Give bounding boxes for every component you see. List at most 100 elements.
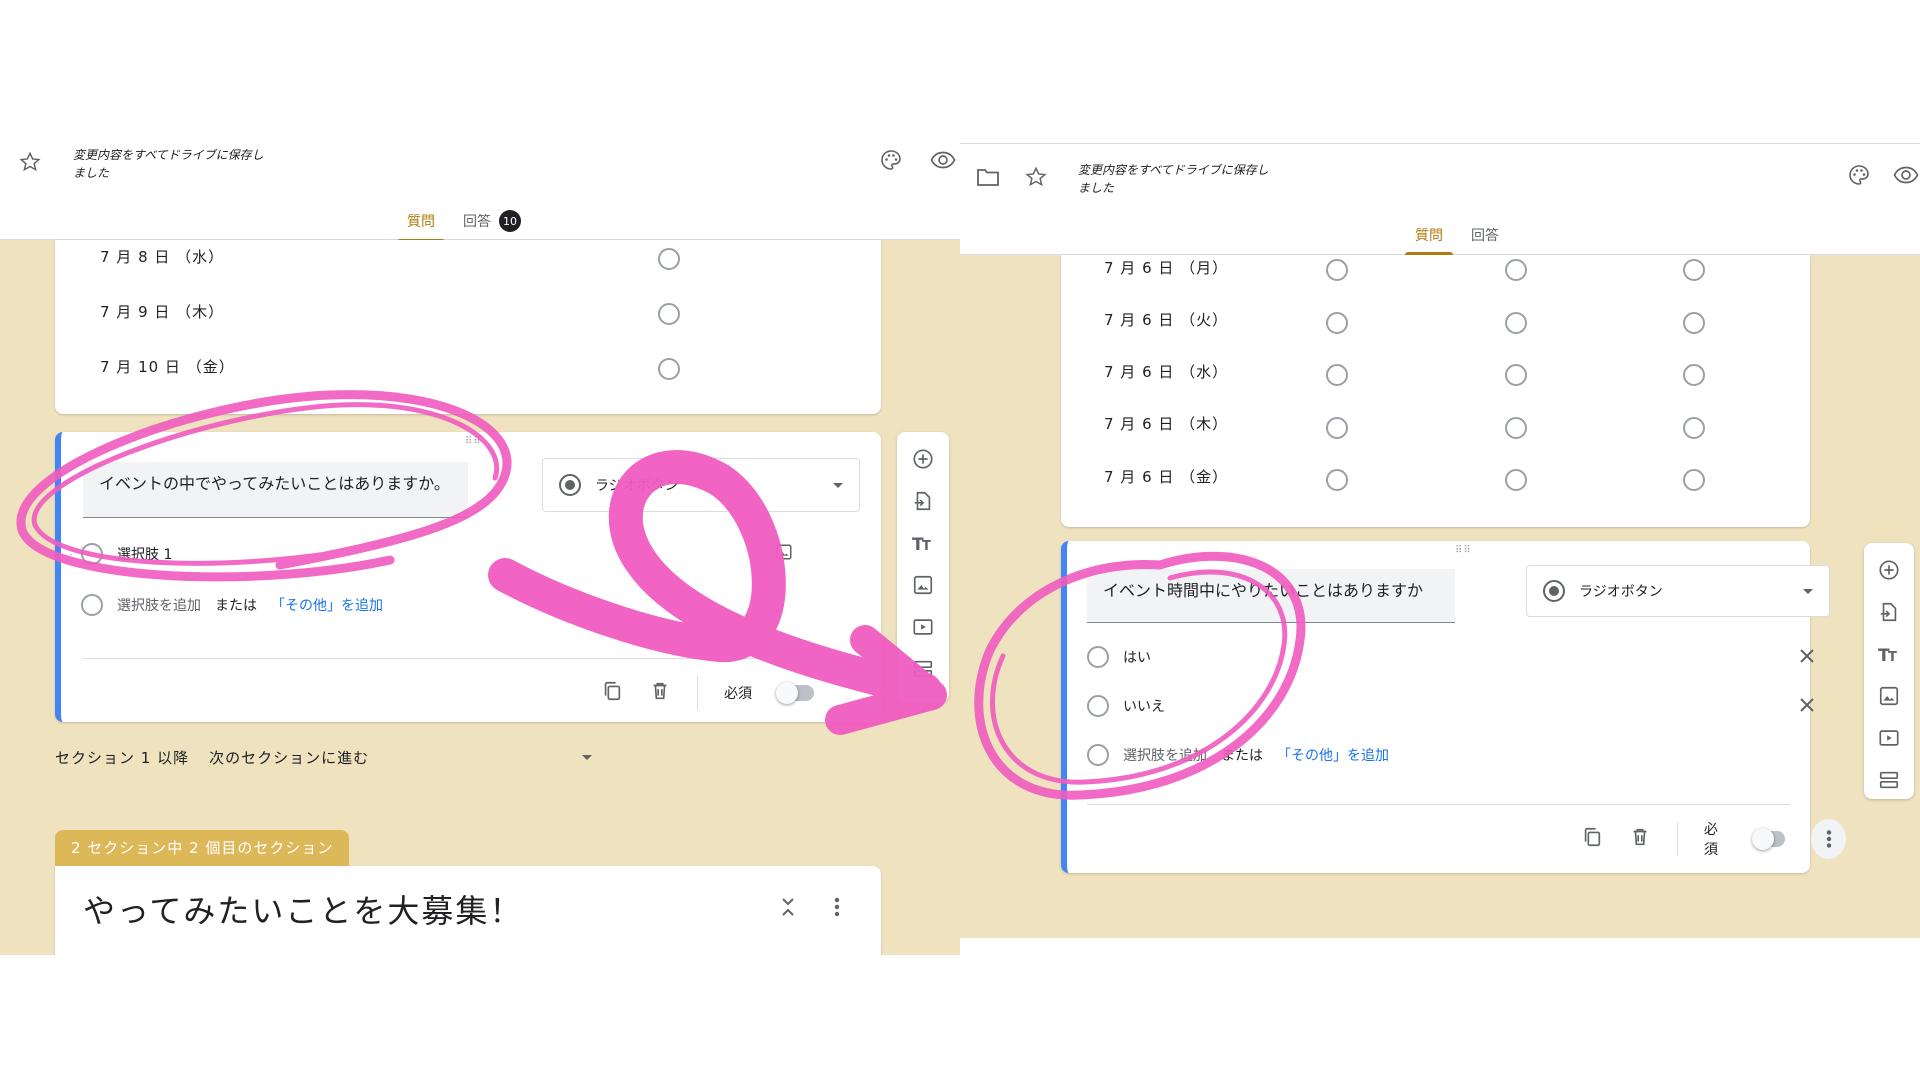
question-footer: 必須: [601, 676, 814, 710]
palette-icon[interactable]: [1845, 161, 1873, 189]
radio-cell[interactable]: [1326, 469, 1348, 491]
add-section-icon[interactable]: [910, 656, 936, 682]
section-title[interactable]: やってみたいことを大募集！: [83, 886, 523, 932]
radio-cell[interactable]: [1505, 417, 1527, 439]
section-tag: 2 セクション中 2 個目のセクション: [55, 830, 350, 866]
question-title-input[interactable]: イベント時間中にやりたいことはありますか: [1087, 569, 1455, 623]
active-question-card[interactable]: ⠿⠿ イベント時間中にやりたいことはありますか ラジオボタン はい いいえ 選択…: [1061, 541, 1846, 873]
radio-cell[interactable]: [1505, 259, 1527, 281]
grid-row-label: 7 月 6 日 （月）: [1104, 259, 1229, 277]
radio-cell[interactable]: [1683, 259, 1705, 281]
option-label[interactable]: いいえ: [1123, 696, 1165, 716]
grid-row-label: 7 月 6 日 （木）: [1104, 415, 1229, 433]
radio-cell[interactable]: [1683, 312, 1705, 334]
tab-questions-label: 質問: [1415, 228, 1443, 244]
more-vert-icon[interactable]: [1811, 819, 1846, 859]
radio-cell[interactable]: [658, 358, 680, 380]
tab-questions[interactable]: 質問: [397, 210, 445, 242]
option-row[interactable]: はい: [1087, 646, 1151, 668]
remove-option-close-icon[interactable]: [1797, 646, 1821, 670]
radio-cell[interactable]: [1505, 364, 1527, 386]
add-image-icon[interactable]: [1876, 683, 1902, 709]
add-option-row[interactable]: 選択肢を追加 または 「その他」を追加: [81, 594, 383, 616]
question-type-dropdown[interactable]: ラジオボタン: [542, 458, 860, 512]
add-title-icon[interactable]: TT: [910, 530, 936, 556]
option-row[interactable]: いいえ: [1087, 695, 1165, 717]
question-type-label: ラジオボタン: [595, 478, 679, 494]
add-title-icon[interactable]: TT: [1876, 641, 1902, 667]
folder-icon[interactable]: [974, 163, 1002, 191]
tab-questions[interactable]: 質問: [1405, 225, 1453, 255]
option-label[interactable]: はい: [1123, 647, 1151, 667]
add-video-icon[interactable]: [910, 614, 936, 640]
delete-icon[interactable]: [649, 680, 671, 706]
add-section-icon[interactable]: [1876, 767, 1902, 793]
radio-cell[interactable]: [1326, 364, 1348, 386]
add-question-icon[interactable]: [910, 446, 936, 472]
question-title-input[interactable]: イベントの中でやってみたいことはありますか。: [83, 462, 468, 518]
palette-icon[interactable]: [877, 146, 905, 174]
floating-toolbar: TT: [897, 432, 949, 702]
required-toggle[interactable]: [1752, 828, 1786, 850]
radio-cell[interactable]: [1505, 312, 1527, 334]
radio-cell[interactable]: [1683, 417, 1705, 439]
duplicate-icon[interactable]: [601, 680, 623, 706]
footer-separator: [1677, 822, 1678, 856]
radio-cell[interactable]: [1683, 469, 1705, 491]
floating-toolbar: TT: [1864, 543, 1914, 799]
radio-cell[interactable]: [1326, 259, 1348, 281]
divider: [1087, 804, 1790, 805]
preview-eye-icon[interactable]: [1892, 161, 1920, 189]
chevron-down-icon[interactable]: [582, 755, 592, 760]
question-type-dropdown[interactable]: ラジオボタン: [1526, 565, 1830, 617]
more-vert-icon[interactable]: [834, 896, 840, 922]
tab-questions-label: 質問: [407, 214, 435, 230]
duplicate-icon[interactable]: [1581, 826, 1603, 852]
collapse-icon[interactable]: [780, 896, 796, 922]
grid-row-label: 7 月 8 日 （水）: [100, 248, 225, 266]
radio-cell[interactable]: [1683, 364, 1705, 386]
drag-handle-icon[interactable]: ⠿⠿: [465, 436, 482, 447]
add-other-link[interactable]: 「その他」を追加: [271, 595, 383, 615]
option-radio: [1087, 646, 1109, 668]
or-label: または: [1221, 748, 1263, 764]
svg-text:T: T: [922, 539, 931, 554]
tab-responses[interactable]: 回答 10: [463, 210, 521, 242]
option-label[interactable]: 選択肢 1: [117, 544, 172, 564]
grid-row-label: 7 月 6 日 （水）: [1104, 363, 1229, 381]
option-radio: [81, 594, 103, 616]
remove-option-close-icon[interactable]: [1797, 695, 1821, 719]
radio-cell[interactable]: [658, 248, 680, 270]
active-question-card[interactable]: ⠿⠿ イベントの中でやってみたいことはありますか。 ラジオボタン ⋮⋮ 選択肢 …: [55, 432, 881, 722]
delete-icon[interactable]: [1629, 826, 1651, 852]
add-image-icon[interactable]: [910, 572, 936, 598]
add-video-icon[interactable]: [1876, 725, 1902, 751]
import-questions-icon[interactable]: [1876, 599, 1902, 625]
drag-handle-icon[interactable]: ⠿⠿: [1455, 545, 1472, 556]
grid-row-label: 7 月 9 日 （木）: [100, 303, 225, 321]
radio-cell[interactable]: [1326, 417, 1348, 439]
add-option-row[interactable]: 選択肢を追加 または 「その他」を追加: [1087, 744, 1389, 766]
add-other-link[interactable]: 「その他」を追加: [1277, 745, 1389, 765]
required-toggle[interactable]: [776, 682, 814, 704]
tab-bar: 質問 回答: [1405, 225, 1499, 255]
add-option-link[interactable]: 選択肢を追加: [117, 595, 201, 615]
star-icon[interactable]: [16, 148, 44, 176]
tab-responses[interactable]: 回答: [1471, 225, 1499, 255]
import-questions-icon[interactable]: [910, 488, 936, 514]
after-section-dropdown[interactable]: 次のセクションに進む: [209, 747, 369, 768]
radio-cell[interactable]: [1505, 469, 1527, 491]
after-section-row: セクション 1 以降 次のセクションに進む: [55, 747, 369, 768]
section-header-card[interactable]: やってみたいことを大募集！: [55, 866, 881, 955]
add-question-icon[interactable]: [1876, 557, 1902, 583]
left-screenshot: 変更内容をすべてドライブに保存しました 質問 回答 10 7 月 8 日 （水） …: [0, 138, 960, 955]
radio-cell[interactable]: [1326, 312, 1348, 334]
add-option-link[interactable]: 選択肢を追加: [1123, 745, 1207, 765]
preview-eye-icon[interactable]: [929, 146, 957, 174]
grid-row-label: 7 月 10 日 （金）: [100, 358, 235, 376]
radio-cell[interactable]: [658, 303, 680, 325]
image-icon[interactable]: [775, 543, 795, 563]
grid-row-label: 7 月 6 日 （金）: [1104, 468, 1229, 486]
option-row[interactable]: 選択肢 1: [81, 543, 172, 565]
star-icon[interactable]: [1022, 163, 1050, 191]
